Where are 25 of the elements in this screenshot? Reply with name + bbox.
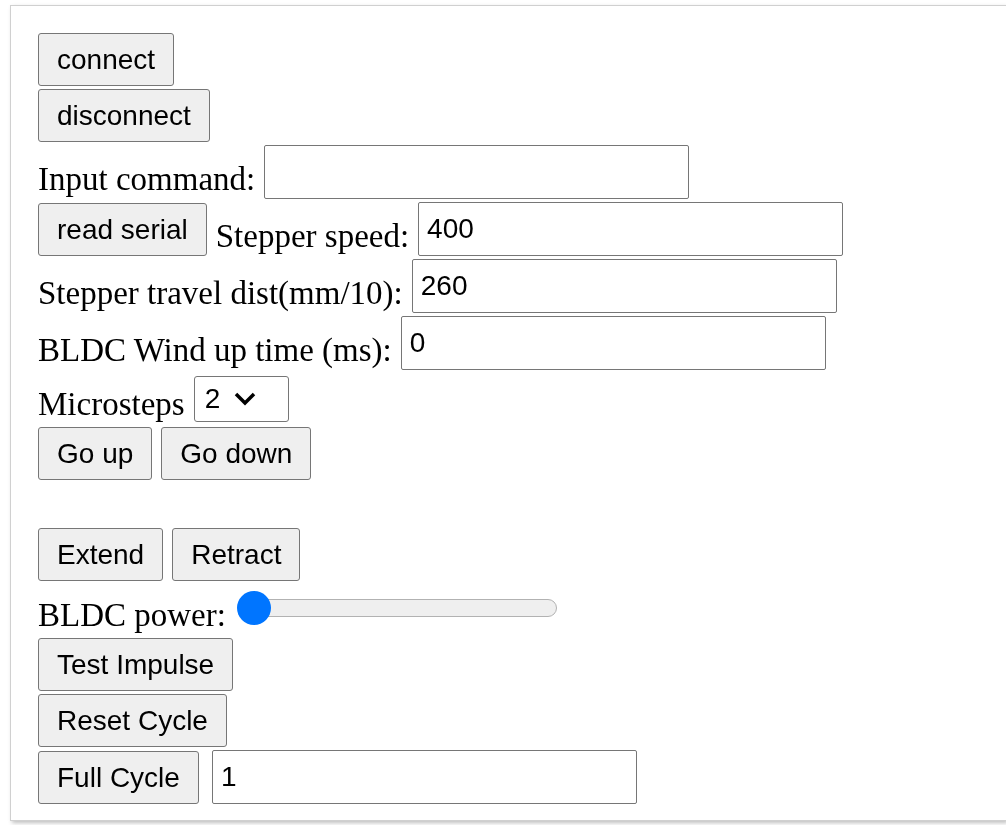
button[interactable]: Full Cycle	[38, 751, 199, 804]
button[interactable]: connect	[38, 33, 175, 86]
dropdown[interactable]: 2	[193, 376, 289, 422]
chevron-icon	[234, 392, 257, 406]
input-field[interactable]: 1	[211, 750, 637, 804]
button[interactable]: Extend	[38, 528, 164, 581]
button[interactable]: Retract	[172, 528, 301, 581]
field-label: Microsteps	[38, 385, 185, 424]
input-field[interactable]: 0	[400, 316, 826, 370]
button[interactable]: Go up	[38, 427, 153, 480]
input-field[interactable]	[264, 145, 690, 199]
field-label: Stepper travel dist(mm/10):	[38, 274, 403, 313]
button[interactable]: Reset Cycle	[38, 694, 227, 747]
button[interactable]: disconnect	[38, 89, 210, 142]
button[interactable]: read serial	[38, 203, 207, 256]
button[interactable]: Test Impulse	[38, 638, 234, 691]
field-label: Stepper speed:	[215, 217, 410, 256]
field-label: Input command:	[38, 160, 256, 199]
button[interactable]: Go down	[161, 427, 312, 480]
input-field[interactable]: 260	[411, 259, 837, 313]
slider[interactable]	[236, 591, 559, 625]
field-label: BLDC power:	[38, 596, 226, 635]
slider-thumb[interactable]	[236, 591, 271, 625]
input-field[interactable]: 400	[418, 202, 844, 256]
field-label: BLDC Wind up time (ms):	[38, 331, 392, 370]
